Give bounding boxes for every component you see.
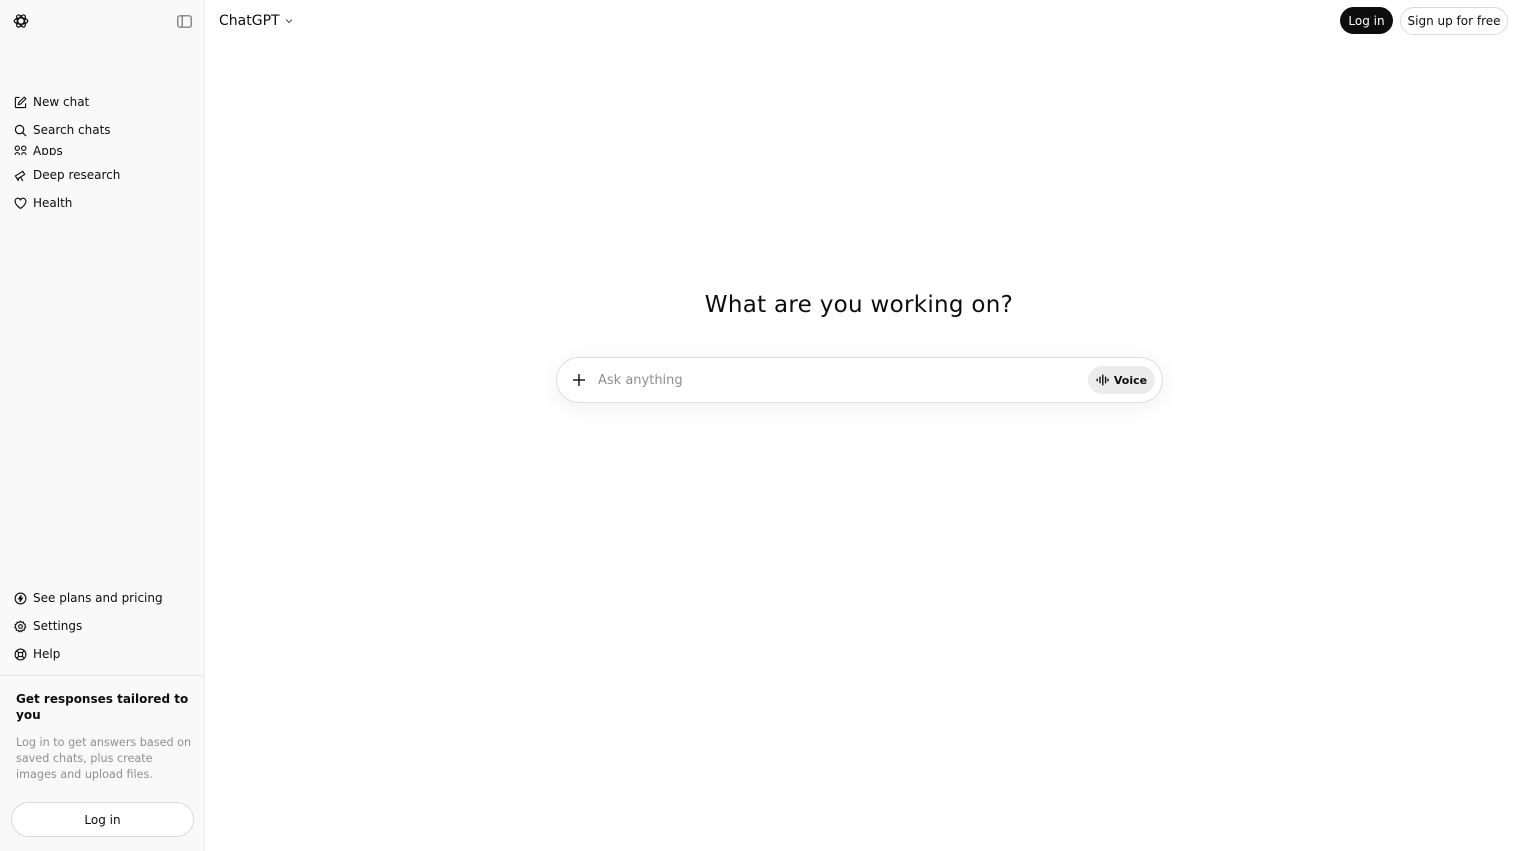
sidebar-item-help[interactable]: Help [8, 642, 197, 666]
login-button[interactable]: Log in [1340, 7, 1393, 34]
sidebar-item-label: Settings [33, 619, 83, 633]
sidebar-item-apps[interactable]: Apps [8, 137, 197, 155]
chevron-down-icon [284, 16, 294, 26]
prompt-input[interactable] [598, 369, 1078, 391]
sidebar-item-label: New chat [33, 95, 90, 109]
sidebar-item-health[interactable]: Health [8, 191, 197, 215]
page-title: What are you working on? [704, 292, 1014, 318]
sidebar-item-label: See plans and pricing [33, 591, 163, 605]
voice-label: Voice [1113, 373, 1148, 387]
promo-title: Get responses tailored to you [16, 692, 189, 722]
promo-text: Log in to get answers based on saved cha… [16, 736, 192, 781]
sidebar: New chat Search chats Apps Deep research… [0, 0, 205, 851]
openai-logo-icon[interactable] [11, 11, 31, 31]
voice-button[interactable]: Voice [1088, 366, 1155, 394]
plans-icon [13, 591, 27, 605]
signup-button[interactable]: Sign up for free [1400, 7, 1508, 35]
waveform-icon [1096, 371, 1109, 390]
edit-icon [13, 95, 27, 109]
sidebar-toggle-icon[interactable] [175, 12, 193, 30]
sidebar-item-label: Deep research [33, 168, 121, 182]
telescope-icon [13, 168, 27, 182]
sidebar-item-new-chat[interactable]: New chat [8, 90, 197, 114]
apps-icon [13, 144, 27, 155]
sidebar-item-label: Health [33, 196, 73, 210]
sidebar-item-settings[interactable]: Settings [8, 614, 197, 638]
sidebar-item-deep-research[interactable]: Deep research [8, 163, 197, 187]
sidebar-item-plans[interactable]: See plans and pricing [8, 586, 197, 610]
heart-icon [13, 196, 27, 210]
model-name: ChatGPT [219, 13, 280, 29]
help-icon [13, 647, 27, 661]
plus-icon[interactable] [570, 371, 588, 389]
model-switcher[interactable]: ChatGPT [219, 11, 294, 31]
promo-login-button[interactable]: Log in [11, 802, 194, 837]
composer: Voice [556, 357, 1163, 403]
search-icon [13, 123, 27, 137]
sidebar-item-label: Search chats [33, 123, 111, 137]
sidebar-item-label: Apps [33, 144, 63, 155]
sidebar-item-label: Help [33, 647, 61, 661]
login-promo: Get responses tailored to you Log in to … [0, 675, 205, 851]
gear-icon [13, 619, 27, 633]
